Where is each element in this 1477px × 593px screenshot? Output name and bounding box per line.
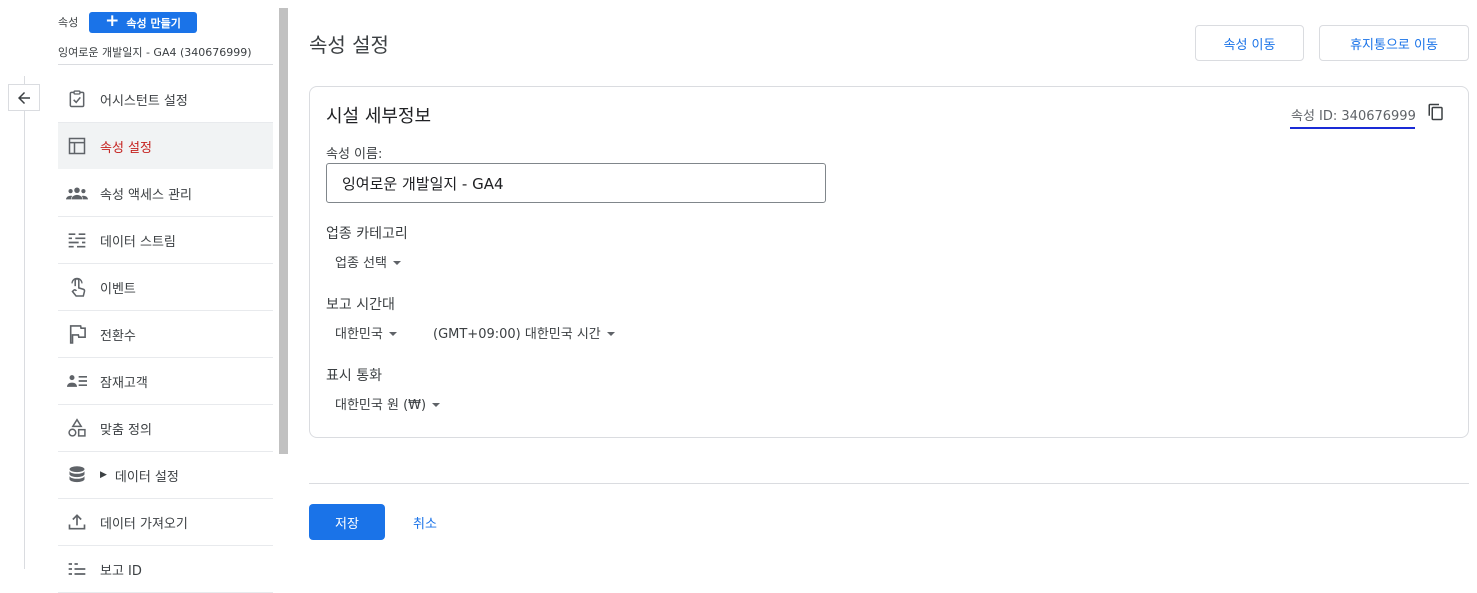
currency-dropdown[interactable]: 대한민국 원 (₩) <box>335 394 441 413</box>
sidebar-item-data-streams[interactable]: 데이터 스트림 <box>58 217 273 264</box>
dropdown-arrow-icon <box>432 402 441 407</box>
layout-icon <box>66 135 88 157</box>
timezone-label: 보고 시간대 <box>326 297 395 313</box>
sidebar-item-label: 보고 ID <box>100 563 142 579</box>
industry-dropdown[interactable]: 업종 선택 <box>335 252 401 271</box>
sidebar-item-data-settings[interactable]: ▶ 데이터 설정 <box>58 452 273 499</box>
sidebar-item-events[interactable]: 이벤트 <box>58 264 273 311</box>
property-id-underline <box>1290 127 1415 129</box>
sidebar-item-label: 이벤트 <box>100 281 136 297</box>
save-button[interactable]: 저장 <box>309 504 385 540</box>
property-selector[interactable]: 잉여로운 개발일지 - GA4 (340676999) <box>58 44 252 60</box>
sidebar-item-label: 어시스턴트 설정 <box>100 93 188 109</box>
currency-label: 표시 통화 <box>326 368 382 384</box>
sidebar-item-property-settings[interactable]: 속성 설정 <box>58 123 273 170</box>
property-name-label: 속성 이름: <box>326 147 383 162</box>
report-id-icon <box>66 558 88 580</box>
dropdown-arrow-icon <box>388 331 397 336</box>
touch-icon <box>66 276 88 298</box>
move-property-button[interactable]: 속성 이동 <box>1195 25 1304 61</box>
dropdown-arrow-icon <box>606 331 615 336</box>
sidebar-item-assistant-settings[interactable]: 어시스턴트 설정 <box>58 76 273 123</box>
sidebar-item-label: 맞춤 정의 <box>100 422 152 438</box>
timezone-dropdown[interactable]: (GMT+09:00) 대한민국 시간 <box>433 323 615 342</box>
property-details-card <box>309 86 1469 438</box>
sidebar-item-conversions[interactable]: 전환수 <box>58 311 273 358</box>
sidebar-header-divider <box>58 64 273 65</box>
sidebar-item-custom-definitions[interactable]: 맞춤 정의 <box>58 405 273 452</box>
people-icon <box>66 182 88 204</box>
sidebar-item-reporting-id[interactable]: 보고 ID <box>58 546 273 593</box>
sidebar-scrollbar[interactable] <box>279 8 288 454</box>
sidebar-item-label: 전환수 <box>100 328 136 344</box>
checklist-icon <box>66 88 88 110</box>
sidebar-item-property-access[interactable]: 속성 액세스 관리 <box>58 170 273 217</box>
move-to-trash-button[interactable]: 휴지통으로 이동 <box>1319 25 1469 61</box>
audience-icon <box>66 370 88 392</box>
sidebar-item-label: 속성 설정 <box>100 140 152 156</box>
flag-icon <box>66 323 88 345</box>
shapes-icon <box>66 417 88 439</box>
expand-caret-icon[interactable]: ▶ <box>100 470 107 480</box>
sidebar-item-label: 데이터 스트림 <box>100 234 176 250</box>
timezone-value: (GMT+09:00) 대한민국 시간 <box>433 327 601 342</box>
sidebar-item-audiences[interactable]: 잠재고객 <box>58 358 273 405</box>
industry-value: 업종 선택 <box>335 256 387 271</box>
sidebar-item-label: 데이터 설정 <box>114 469 179 485</box>
property-name-input[interactable] <box>326 163 826 203</box>
sidebar-item-label: 데이터 가져오기 <box>100 516 188 532</box>
sidebar-nav: 어시스턴트 설정 속성 설정 속성 액세스 관리 데이터 스트림 이벤트 전환수 <box>58 76 273 593</box>
timezone-country-dropdown[interactable]: 대한민국 <box>335 323 397 342</box>
industry-label: 업종 카테고리 <box>326 226 408 242</box>
cancel-button[interactable]: 취소 <box>405 504 445 540</box>
timezone-country-value: 대한민국 <box>335 327 383 342</box>
stream-icon <box>66 229 88 251</box>
sidebar-item-data-import[interactable]: 데이터 가져오기 <box>58 499 273 546</box>
plus-icon: + <box>105 11 120 31</box>
create-property-label: 속성 만들기 <box>126 16 181 30</box>
rail-divider <box>24 76 25 569</box>
arrow-back-icon <box>18 91 30 104</box>
copy-icon[interactable] <box>1427 103 1445 121</box>
page-title: 속성 설정 <box>309 33 389 57</box>
section-label: 속성 <box>58 16 79 29</box>
property-id: 속성 ID: 340676999 <box>1291 109 1416 124</box>
sidebar-item-label: 잠재고객 <box>100 375 148 391</box>
database-icon <box>66 464 88 486</box>
create-property-button[interactable]: + 속성 만들기 <box>89 12 197 33</box>
back-button[interactable] <box>8 84 40 111</box>
currency-value: 대한민국 원 (₩) <box>335 398 427 413</box>
footer-divider <box>309 483 1469 484</box>
upload-icon <box>66 511 88 533</box>
card-title: 시설 세부정보 <box>326 106 432 127</box>
sidebar-item-label: 속성 액세스 관리 <box>100 187 192 203</box>
dropdown-arrow-icon <box>392 260 401 265</box>
